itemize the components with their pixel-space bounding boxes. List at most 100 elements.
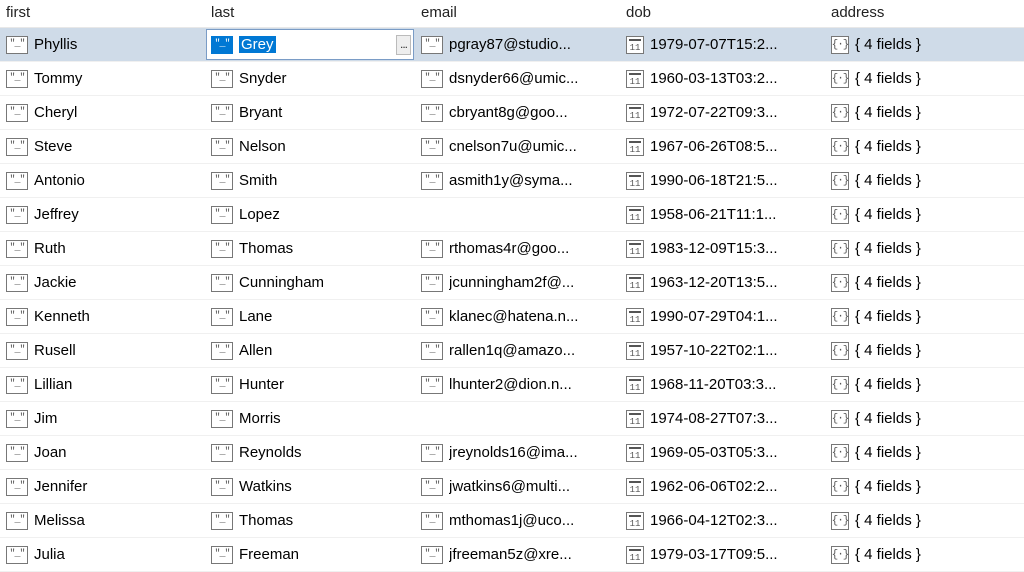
cell-first[interactable]: Jackie <box>0 266 205 300</box>
cell-dob[interactable]: 1967-06-26T08:5... <box>620 130 825 164</box>
cell-dob[interactable]: 1972-07-22T09:3... <box>620 96 825 130</box>
cell-first[interactable]: Steve <box>0 130 205 164</box>
cell-first[interactable]: Cheryl <box>0 96 205 130</box>
cell-first[interactable]: Kenneth <box>0 300 205 334</box>
cell-dob[interactable]: 1969-05-03T05:3... <box>620 436 825 470</box>
data-grid[interactable]: first last email dob address PhyllisGrey… <box>0 0 1024 572</box>
cell-address[interactable]: { 4 fields } <box>825 300 1024 334</box>
cell-email[interactable]: rthomas4r@goo... <box>415 232 620 266</box>
cell-address[interactable]: { 4 fields } <box>825 368 1024 402</box>
cell-email[interactable]: rallen1q@amazo... <box>415 334 620 368</box>
cell-address[interactable]: { 4 fields } <box>825 266 1024 300</box>
table-row[interactable]: JackieCunninghamjcunningham2f@...1963-12… <box>0 266 1024 300</box>
cell-dob[interactable]: 1960-03-13T03:2... <box>620 62 825 96</box>
cell-address[interactable]: { 4 fields } <box>825 130 1024 164</box>
cell-last[interactable]: Allen <box>205 334 415 368</box>
cell-dob[interactable]: 1963-12-20T13:5... <box>620 266 825 300</box>
table-row[interactable]: KennethLaneklanec@hatena.n...1990-07-29T… <box>0 300 1024 334</box>
cell-email[interactable]: cbryant8g@goo... <box>415 96 620 130</box>
cell-first[interactable]: Joan <box>0 436 205 470</box>
table-row[interactable]: PhyllisGrey...pgray87@studio...1979-07-0… <box>0 28 1024 62</box>
cell-address[interactable]: { 4 fields } <box>825 470 1024 504</box>
col-header-address[interactable]: address <box>825 0 1024 28</box>
cell-last[interactable]: Reynolds <box>205 436 415 470</box>
table-row[interactable]: JimMorris 1974-08-27T07:3...{ 4 fields } <box>0 402 1024 436</box>
cell-address[interactable]: { 4 fields } <box>825 232 1024 266</box>
cell-last[interactable]: Lane <box>205 300 415 334</box>
cell-first[interactable]: Julia <box>0 538 205 572</box>
cell-first[interactable]: Antonio <box>0 164 205 198</box>
cell-email[interactable]: jreynolds16@ima... <box>415 436 620 470</box>
table-row[interactable]: JeffreyLopez 1958-06-21T11:1...{ 4 fields… <box>0 198 1024 232</box>
cell-first[interactable]: Jeffrey <box>0 198 205 232</box>
table-row[interactable]: LillianHunterlhunter2@dion.n...1968-11-2… <box>0 368 1024 402</box>
cell-address[interactable]: { 4 fields } <box>825 504 1024 538</box>
cell-last[interactable]: Snyder <box>205 62 415 96</box>
table-row[interactable]: TommySnyderdsnyder66@umic...1960-03-13T0… <box>0 62 1024 96</box>
cell-first[interactable]: Jennifer <box>0 470 205 504</box>
cell-last[interactable]: Watkins <box>205 470 415 504</box>
cell-email[interactable] <box>415 402 620 436</box>
cell-email[interactable] <box>415 198 620 232</box>
cell-first[interactable]: Lillian <box>0 368 205 402</box>
cell-address[interactable]: { 4 fields } <box>825 402 1024 436</box>
cell-last[interactable]: Freeman <box>205 538 415 572</box>
cell-address[interactable]: { 4 fields } <box>825 436 1024 470</box>
table-row[interactable]: RusellAllenrallen1q@amazo...1957-10-22T0… <box>0 334 1024 368</box>
cell-email[interactable]: mthomas1j@uco... <box>415 504 620 538</box>
cell-dob[interactable]: 1957-10-22T02:1... <box>620 334 825 368</box>
cell-address[interactable]: { 4 fields } <box>825 198 1024 232</box>
cell-address[interactable]: { 4 fields } <box>825 164 1024 198</box>
cell-dob[interactable]: 1962-06-06T02:2... <box>620 470 825 504</box>
cell-first[interactable]: Ruth <box>0 232 205 266</box>
cell-last[interactable]: Morris <box>205 402 415 436</box>
cell-email[interactable]: lhunter2@dion.n... <box>415 368 620 402</box>
cell-first[interactable]: Rusell <box>0 334 205 368</box>
cell-dob[interactable]: 1958-06-21T11:1... <box>620 198 825 232</box>
cell-last[interactable]: Cunningham <box>205 266 415 300</box>
cell-email[interactable]: asmith1y@syma... <box>415 164 620 198</box>
table-row[interactable]: JenniferWatkinsjwatkins6@multi...1962-06… <box>0 470 1024 504</box>
cell-dob[interactable]: 1974-08-27T07:3... <box>620 402 825 436</box>
cell-last[interactable]: Nelson <box>205 130 415 164</box>
cell-email[interactable]: jwatkins6@multi... <box>415 470 620 504</box>
table-row[interactable]: CherylBryantcbryant8g@goo...1972-07-22T0… <box>0 96 1024 130</box>
cell-last[interactable]: Hunter <box>205 368 415 402</box>
cell-last[interactable]: Thomas <box>205 504 415 538</box>
cell-dob[interactable]: 1990-07-29T04:1... <box>620 300 825 334</box>
cell-address[interactable]: { 4 fields } <box>825 96 1024 130</box>
col-header-dob[interactable]: dob <box>620 0 825 28</box>
cell-last[interactable]: Grey... <box>205 28 415 62</box>
cell-value[interactable]: Grey <box>239 36 276 53</box>
cell-last[interactable]: Thomas <box>205 232 415 266</box>
table-row[interactable]: MelissaThomasmthomas1j@uco...1966-04-12T… <box>0 504 1024 538</box>
cell-first[interactable]: Phyllis <box>0 28 205 62</box>
table-row[interactable]: SteveNelsoncnelson7u@umic...1967-06-26T0… <box>0 130 1024 164</box>
cell-email[interactable]: klanec@hatena.n... <box>415 300 620 334</box>
cell-dob[interactable]: 1979-03-17T09:5... <box>620 538 825 572</box>
table-row[interactable]: JoanReynoldsjreynolds16@ima...1969-05-03… <box>0 436 1024 470</box>
cell-email[interactable]: pgray87@studio... <box>415 28 620 62</box>
cell-first[interactable]: Melissa <box>0 504 205 538</box>
col-header-last[interactable]: last <box>205 0 415 28</box>
cell-email[interactable]: dsnyder66@umic... <box>415 62 620 96</box>
cell-last[interactable]: Bryant <box>205 96 415 130</box>
cell-email[interactable]: jfreeman5z@xre... <box>415 538 620 572</box>
cell-first[interactable]: Tommy <box>0 62 205 96</box>
cell-editor-ellipsis-button[interactable]: ... <box>396 35 411 55</box>
cell-address[interactable]: { 4 fields } <box>825 62 1024 96</box>
cell-last[interactable]: Smith <box>205 164 415 198</box>
table-row[interactable]: JuliaFreemanjfreeman5z@xre...1979-03-17T… <box>0 538 1024 572</box>
cell-email[interactable]: cnelson7u@umic... <box>415 130 620 164</box>
col-header-first[interactable]: first <box>0 0 205 28</box>
cell-dob[interactable]: 1966-04-12T02:3... <box>620 504 825 538</box>
cell-last[interactable]: Lopez <box>205 198 415 232</box>
cell-first[interactable]: Jim <box>0 402 205 436</box>
col-header-email[interactable]: email <box>415 0 620 28</box>
cell-dob[interactable]: 1983-12-09T15:3... <box>620 232 825 266</box>
table-row[interactable]: RuthThomasrthomas4r@goo...1983-12-09T15:… <box>0 232 1024 266</box>
cell-email[interactable]: jcunningham2f@... <box>415 266 620 300</box>
cell-dob[interactable]: 1990-06-18T21:5... <box>620 164 825 198</box>
cell-address[interactable]: { 4 fields } <box>825 334 1024 368</box>
cell-address[interactable]: { 4 fields } <box>825 28 1024 62</box>
